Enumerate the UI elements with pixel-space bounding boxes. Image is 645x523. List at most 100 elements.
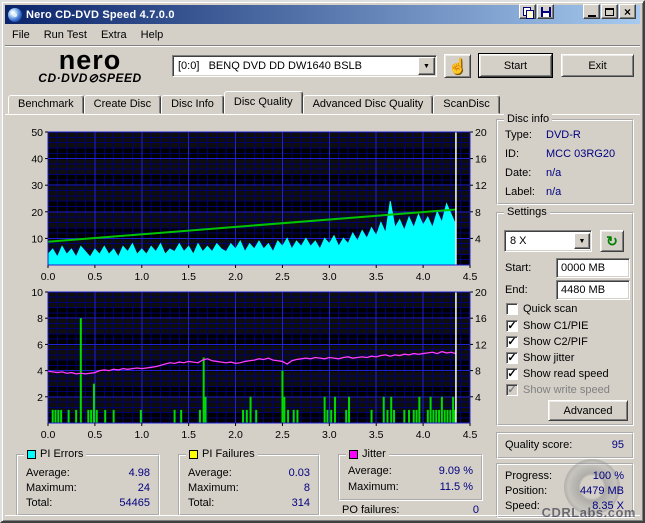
progress-value: 100 % [592, 470, 624, 482]
stat-value: 9.09 % [438, 465, 473, 477]
stat-value: 314 [291, 497, 310, 509]
stat-label: Average: [348, 465, 392, 477]
minimize-button[interactable] [583, 4, 600, 19]
settings-title: Settings [504, 206, 550, 218]
pi-failures-jitter-chart: 2 4 6 8 10 4 8 12 16 20 0.0 0.5 1.0 1.5 2.0 2.5 3.0 3.5 4.… [31, 288, 487, 440]
stat-label: Maximum: [188, 482, 239, 494]
checkbox-label: Show C2/PIF [523, 336, 588, 348]
svg-text:2.5: 2.5 [275, 271, 290, 283]
svg-text:0.0: 0.0 [41, 429, 56, 440]
svg-text:4: 4 [37, 366, 43, 378]
svg-text:4.0: 4.0 [416, 271, 431, 283]
svg-text:12: 12 [475, 180, 487, 192]
progress-label: Progress: [505, 470, 553, 482]
svg-text:1.5: 1.5 [181, 271, 196, 283]
maximize-icon [605, 7, 614, 16]
tab-disc-info[interactable]: Disc Info [161, 95, 224, 114]
stat-value: 0.03 [288, 467, 310, 479]
tab-strip: Benchmark Create Disc Disc Info Disc Qua… [8, 91, 500, 114]
pi-failures-legend-swatch [189, 449, 198, 459]
checkbox-box: ✓ [506, 320, 518, 332]
end-position-label: End: [505, 284, 528, 296]
maximize-button[interactable] [601, 4, 618, 19]
eject-disc-button[interactable]: ☝ [444, 54, 471, 78]
save-button[interactable] [537, 4, 554, 19]
tab-scandisc[interactable]: ScanDisc [433, 95, 500, 114]
scan-speed-selector[interactable]: 8 X ▼ [504, 230, 592, 252]
copy-icon [523, 6, 534, 19]
stat-box-title: PI Failures [202, 448, 255, 460]
copy-screenshot-button[interactable] [519, 4, 536, 19]
svg-text:20: 20 [475, 288, 487, 299]
speed-dropdown-button[interactable]: ▼ [574, 233, 590, 249]
tab-advanced-disc-quality[interactable]: Advanced Disc Quality [302, 95, 434, 114]
exit-button[interactable]: Exit [561, 54, 634, 77]
stat-box-title: PI Errors [40, 448, 84, 460]
end-position-input[interactable]: 4480 MB [556, 280, 630, 300]
tab-benchmark[interactable]: Benchmark [8, 95, 84, 114]
checkbox-box: ✓ [506, 336, 518, 348]
stat-value: 24 [137, 482, 150, 494]
svg-text:30: 30 [31, 180, 43, 192]
checkbox-show-c1-pie[interactable]: ✓ Show C1/PIE [506, 319, 588, 333]
checkbox-show-write-speed: ✓ Show write speed [506, 383, 610, 397]
stat-value: 8 [303, 482, 310, 494]
svg-text:2.0: 2.0 [228, 271, 243, 283]
checkbox-label: Quick scan [523, 303, 578, 315]
checkbox-quick-scan[interactable]: Quick scan [506, 302, 577, 316]
nero-logo: nero CD·DVD⊘SPEED [15, 47, 165, 86]
svg-text:8: 8 [475, 207, 481, 219]
stat-label: Average: [26, 467, 70, 479]
checkbox-box: ✓ [506, 368, 518, 380]
drive-selector-dropdown-button[interactable]: ▼ [418, 57, 435, 75]
svg-text:3.5: 3.5 [369, 429, 384, 440]
disc-id-label: ID: [505, 148, 520, 160]
menu-file[interactable]: File [5, 27, 37, 43]
checkbox-show-read-speed[interactable]: ✓ Show read speed [506, 367, 609, 381]
stat-label: Total: [188, 497, 215, 509]
svg-text:4.5: 4.5 [463, 429, 478, 440]
start-position-label: Start: [505, 262, 532, 274]
advanced-button[interactable]: Advanced [548, 400, 628, 421]
svg-text:4.0: 4.0 [416, 429, 431, 440]
pi-errors-stats-box: PI Errors Average: 4.98 Maximum: 24 Total:… [16, 448, 160, 516]
disc-date-label: Date: [505, 167, 532, 179]
menu-bar: File Run Test Extra Help [5, 24, 640, 45]
minimize-icon [587, 14, 596, 17]
checkbox-show-jitter[interactable]: ✓ Show jitter [506, 351, 574, 365]
tab-disc-quality[interactable]: Disc Quality [223, 91, 303, 114]
position-label: Position: [505, 485, 548, 497]
quality-score-value: 95 [611, 439, 624, 451]
menu-run-test[interactable]: Run Test [37, 27, 94, 43]
refresh-button[interactable]: ↻ [600, 230, 624, 252]
start-position-input[interactable]: 0000 MB [556, 258, 630, 278]
disc-type-value: DVD-R [546, 129, 581, 141]
tab-create-disc[interactable]: Create Disc [83, 95, 162, 114]
disc-info-title: Disc info [504, 113, 553, 125]
pi-errors-chart: 10 20 30 40 50 4 8 12 16 20 0.0 0.5 1.0 1.5 2.0 2.5 3.0 3… [31, 128, 487, 283]
menu-extra[interactable]: Extra [94, 27, 134, 43]
disc-info-box: Disc info Type: DVD-R ID: MCC 03RG20 Date:… [496, 113, 634, 205]
stat-value: 54465 [119, 497, 150, 509]
stat-box-title: Jitter [362, 448, 386, 460]
menu-help[interactable]: Help [134, 27, 171, 43]
checkbox-show-c2-pif[interactable]: ✓ Show C2/PIF [506, 335, 588, 349]
start-button[interactable]: Start [478, 53, 553, 78]
svg-text:4: 4 [475, 392, 481, 404]
drive-selector[interactable]: [0:0] BENQ DVD DD DW1640 BSLB ▼ [172, 55, 437, 77]
chevron-down-icon: ▼ [423, 62, 430, 70]
stat-value: 11.5 % [439, 481, 473, 493]
svg-text:0.0: 0.0 [41, 271, 56, 283]
checkbox-label: Show write speed [523, 384, 610, 396]
svg-text:2.0: 2.0 [228, 429, 243, 440]
pi-errors-legend-swatch [27, 449, 36, 459]
jitter-legend-swatch [349, 449, 358, 459]
close-button[interactable]: × [619, 4, 636, 19]
speed-label: Speed: [505, 500, 540, 512]
svg-text:16: 16 [475, 154, 487, 166]
disc-date-value: n/a [546, 167, 562, 179]
disc-label-label: Label: [505, 186, 535, 198]
svg-text:8: 8 [37, 313, 43, 325]
svg-text:1.5: 1.5 [181, 429, 196, 440]
app-window: Nero CD-DVD Speed 4.7.0.0 × File Run Tes… [0, 0, 645, 523]
